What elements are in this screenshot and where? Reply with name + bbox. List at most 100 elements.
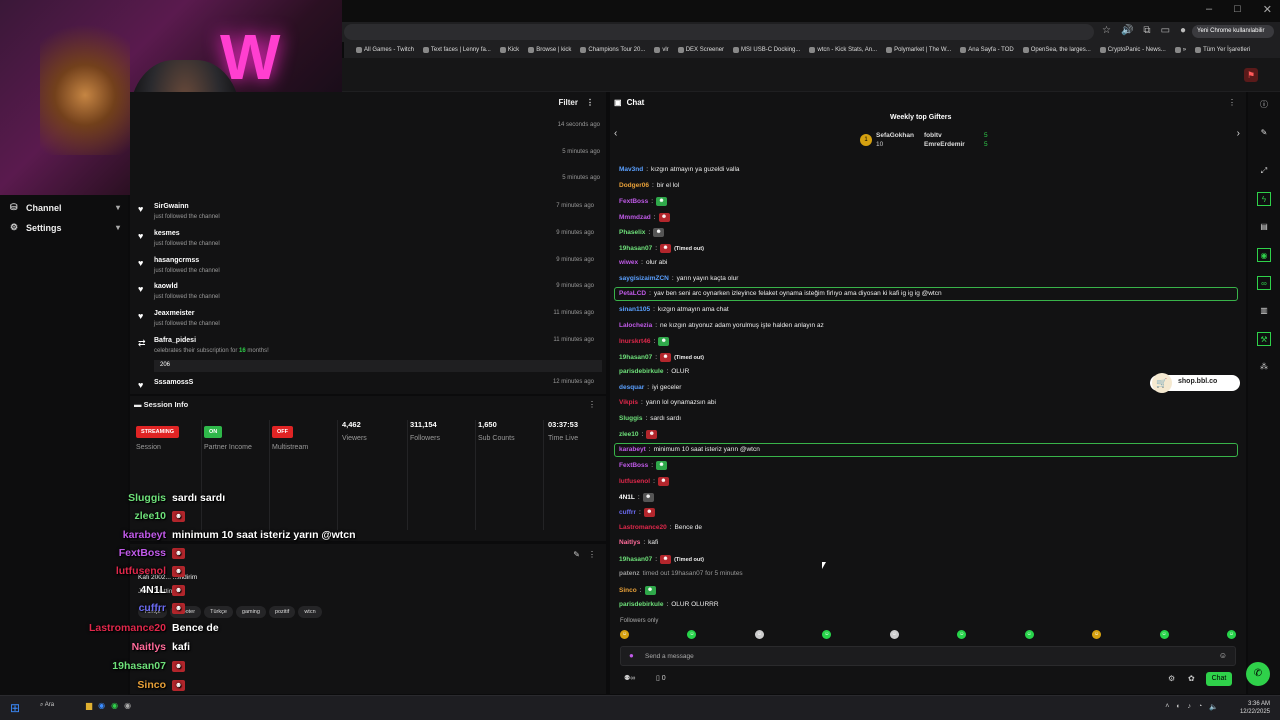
bookmark-item[interactable]: Polymarket | The W...: [886, 47, 951, 53]
chat-username[interactable]: Mmmdzad: [619, 214, 651, 221]
chat-username[interactable]: zlee10: [619, 431, 639, 438]
chat-message[interactable]: zlee10: ☻: [619, 430, 658, 439]
chat-message[interactable]: cuffrr: ☻: [619, 508, 655, 517]
activity-username[interactable]: Jeaxmeister: [154, 310, 194, 317]
chevron-left-icon[interactable]: ‹: [614, 128, 617, 139]
emote-icon[interactable]: ☺: [620, 630, 629, 639]
bookmark-item[interactable]: Champions Tour 20...: [580, 47, 645, 53]
activity-username[interactable]: kaowld: [154, 283, 178, 290]
app-icon[interactable]: ◉: [111, 701, 118, 710]
taskbar-search[interactable]: ⌕ Ara: [40, 702, 54, 709]
gifter-name[interactable]: SefaGokhan: [876, 132, 914, 139]
chat-message[interactable]: Mav3nd: kızgın atmayın ya guzeldi valla: [619, 166, 740, 173]
maximize-button[interactable]: □: [1234, 3, 1241, 16]
chevron-right-icon[interactable]: ›: [1237, 128, 1240, 139]
chat-username[interactable]: wiwex: [619, 259, 638, 266]
bookmark-item[interactable]: DEX Screener: [677, 47, 724, 53]
chat-message[interactable]: wiwex: olur abi: [619, 259, 667, 266]
chat-message[interactable]: Naitlys: kafi: [619, 539, 658, 546]
star-icon[interactable]: ☆: [1102, 25, 1111, 36]
bookmark-item[interactable]: Tüm Yer İşaretleri: [1195, 47, 1250, 53]
emote-icon[interactable]: ☺: [957, 630, 967, 639]
chat-username[interactable]: saygisizaimZCN: [619, 275, 669, 282]
emoji-icon[interactable]: ☺: [1219, 651, 1227, 660]
chat-message[interactable]: parisdebirkule: OLUR: [619, 368, 689, 375]
chat-message[interactable]: Vikpis: yarın lol oynamazsın abi: [619, 399, 716, 406]
gift-icon[interactable]: ✿: [1188, 674, 1195, 683]
chat-username[interactable]: Sluggis: [619, 415, 642, 422]
bookmark-item[interactable]: All Games - Twitch: [356, 47, 414, 53]
chat-message[interactable]: Sluggis: sardı sardı: [619, 415, 681, 422]
emote-icon[interactable]: ☺: [1024, 630, 1034, 639]
session-collapse-icon[interactable]: ▬: [134, 400, 144, 409]
server-icon[interactable]: ▥: [1257, 304, 1271, 318]
nav-item-channel[interactable]: ⛁ Channel ▾: [10, 202, 120, 213]
edit-icon[interactable]: ✎: [573, 550, 580, 559]
chat-username[interactable]: Sinco: [619, 587, 637, 594]
app-icon[interactable]: ◉: [124, 701, 131, 710]
sidebar-icon[interactable]: ▭: [1161, 25, 1170, 36]
emote-icon[interactable]: ☺: [822, 630, 832, 639]
filter-button[interactable]: Filter ⋮: [558, 98, 594, 107]
chat-message[interactable]: 4N1L: ☻: [619, 493, 654, 502]
windows-start-icon[interactable]: ⊞: [10, 702, 23, 715]
mic-icon[interactable]: ♪: [1188, 703, 1192, 711]
mic-icon[interactable]: ●: [629, 651, 634, 660]
chat-username[interactable]: FextBoss: [619, 198, 648, 205]
chat-message[interactable]: 19hasan07: ☻ (Timed out): [619, 244, 704, 253]
chat-username[interactable]: Dodger06: [619, 182, 649, 189]
close-window-button[interactable]: ✕: [1263, 3, 1272, 16]
minimize-button[interactable]: –: [1206, 3, 1212, 16]
audio-icon[interactable]: 🔊: [1121, 25, 1133, 36]
chat-message[interactable]: lnurskrt46: ☻: [619, 337, 670, 346]
chat-username[interactable]: 19hasan07: [619, 354, 652, 361]
gear-icon[interactable]: ⚙: [1168, 674, 1175, 683]
network-icon[interactable]: ◐: [1176, 703, 1180, 711]
chat-username[interactable]: lnurskrt46: [619, 338, 650, 345]
chevron-up-icon[interactable]: ˄: [1165, 703, 1169, 711]
volume-icon[interactable]: 🔈: [1209, 703, 1218, 711]
address-bar[interactable]: [344, 24, 1094, 40]
chat-username[interactable]: parisdebirkule: [619, 368, 663, 375]
chat-username[interactable]: Phaselix: [619, 229, 645, 236]
emote-icon[interactable]: ☺: [754, 630, 764, 639]
send-chat-button[interactable]: Chat: [1206, 672, 1232, 686]
wrench-icon[interactable]: ⚒: [1257, 332, 1271, 346]
gifter-name[interactable]: EmreErdemir: [924, 141, 965, 148]
assistant-chat-icon[interactable]: ✆: [1246, 662, 1270, 686]
chat-message[interactable]: Lalochezia: ne kızgın atıyonuz adam yorul…: [619, 322, 824, 329]
browser-icon[interactable]: ◉: [98, 701, 105, 710]
chat-username[interactable]: cuffrr: [619, 509, 636, 516]
more-icon[interactable]: ⋮: [588, 400, 596, 409]
gifter-name[interactable]: fobltv: [924, 132, 942, 139]
bookmark-item[interactable]: »: [1174, 47, 1186, 53]
bookmark-item[interactable]: Text faces | Lenny fa...: [422, 47, 491, 53]
folder-icon[interactable]: ▆: [86, 701, 92, 710]
share-icon[interactable]: ⁂: [1257, 360, 1271, 374]
document-icon[interactable]: ▤: [1257, 220, 1271, 234]
bookmark-item[interactable]: wtcn - Kick Stats, An...: [809, 47, 877, 53]
pen-icon[interactable]: ✎: [1257, 126, 1271, 140]
bookmark-item[interactable]: Browse | kick: [528, 47, 571, 53]
activity-username[interactable]: hasangcrmss: [154, 257, 199, 264]
emote-icon[interactable]: ☺: [1092, 630, 1102, 639]
nav-item-settings[interactable]: ⚙ Settings ▾: [10, 222, 120, 233]
activity-username[interactable]: SirGwainn: [154, 203, 189, 210]
chat-username[interactable]: karabeyt: [619, 446, 646, 453]
chat-message[interactable]: parisdebirkule: OLUR OLURRR: [619, 601, 719, 608]
chat-username[interactable]: sinan1105: [619, 306, 650, 313]
wifi-icon[interactable]: ◔: [1198, 703, 1202, 711]
bookmark-item[interactable]: Ana Sayfa - TOD: [960, 47, 1014, 53]
chat-username[interactable]: desquar: [619, 384, 644, 391]
chat-message[interactable]: Dodger06: bir el lol: [619, 182, 679, 189]
more-icon[interactable]: ⋮: [1228, 98, 1236, 107]
kick-logo-icon[interactable]: ⚑: [1244, 68, 1258, 82]
chat-message[interactable]: Sinco: ☻: [619, 586, 656, 595]
activity-username[interactable]: Bafra_pidesi: [154, 337, 196, 344]
emote-icon[interactable]: ☺: [889, 630, 899, 639]
emote-icon[interactable]: ☺: [687, 630, 697, 639]
chat-message[interactable]: 19hasan07: ☻ (Timed out): [619, 555, 704, 564]
chat-username[interactable]: Naitlys: [619, 539, 640, 546]
chat-message[interactable]: desquar: iyi geceler: [619, 384, 681, 391]
chat-message[interactable]: lutfusenol: ☻: [619, 477, 669, 486]
